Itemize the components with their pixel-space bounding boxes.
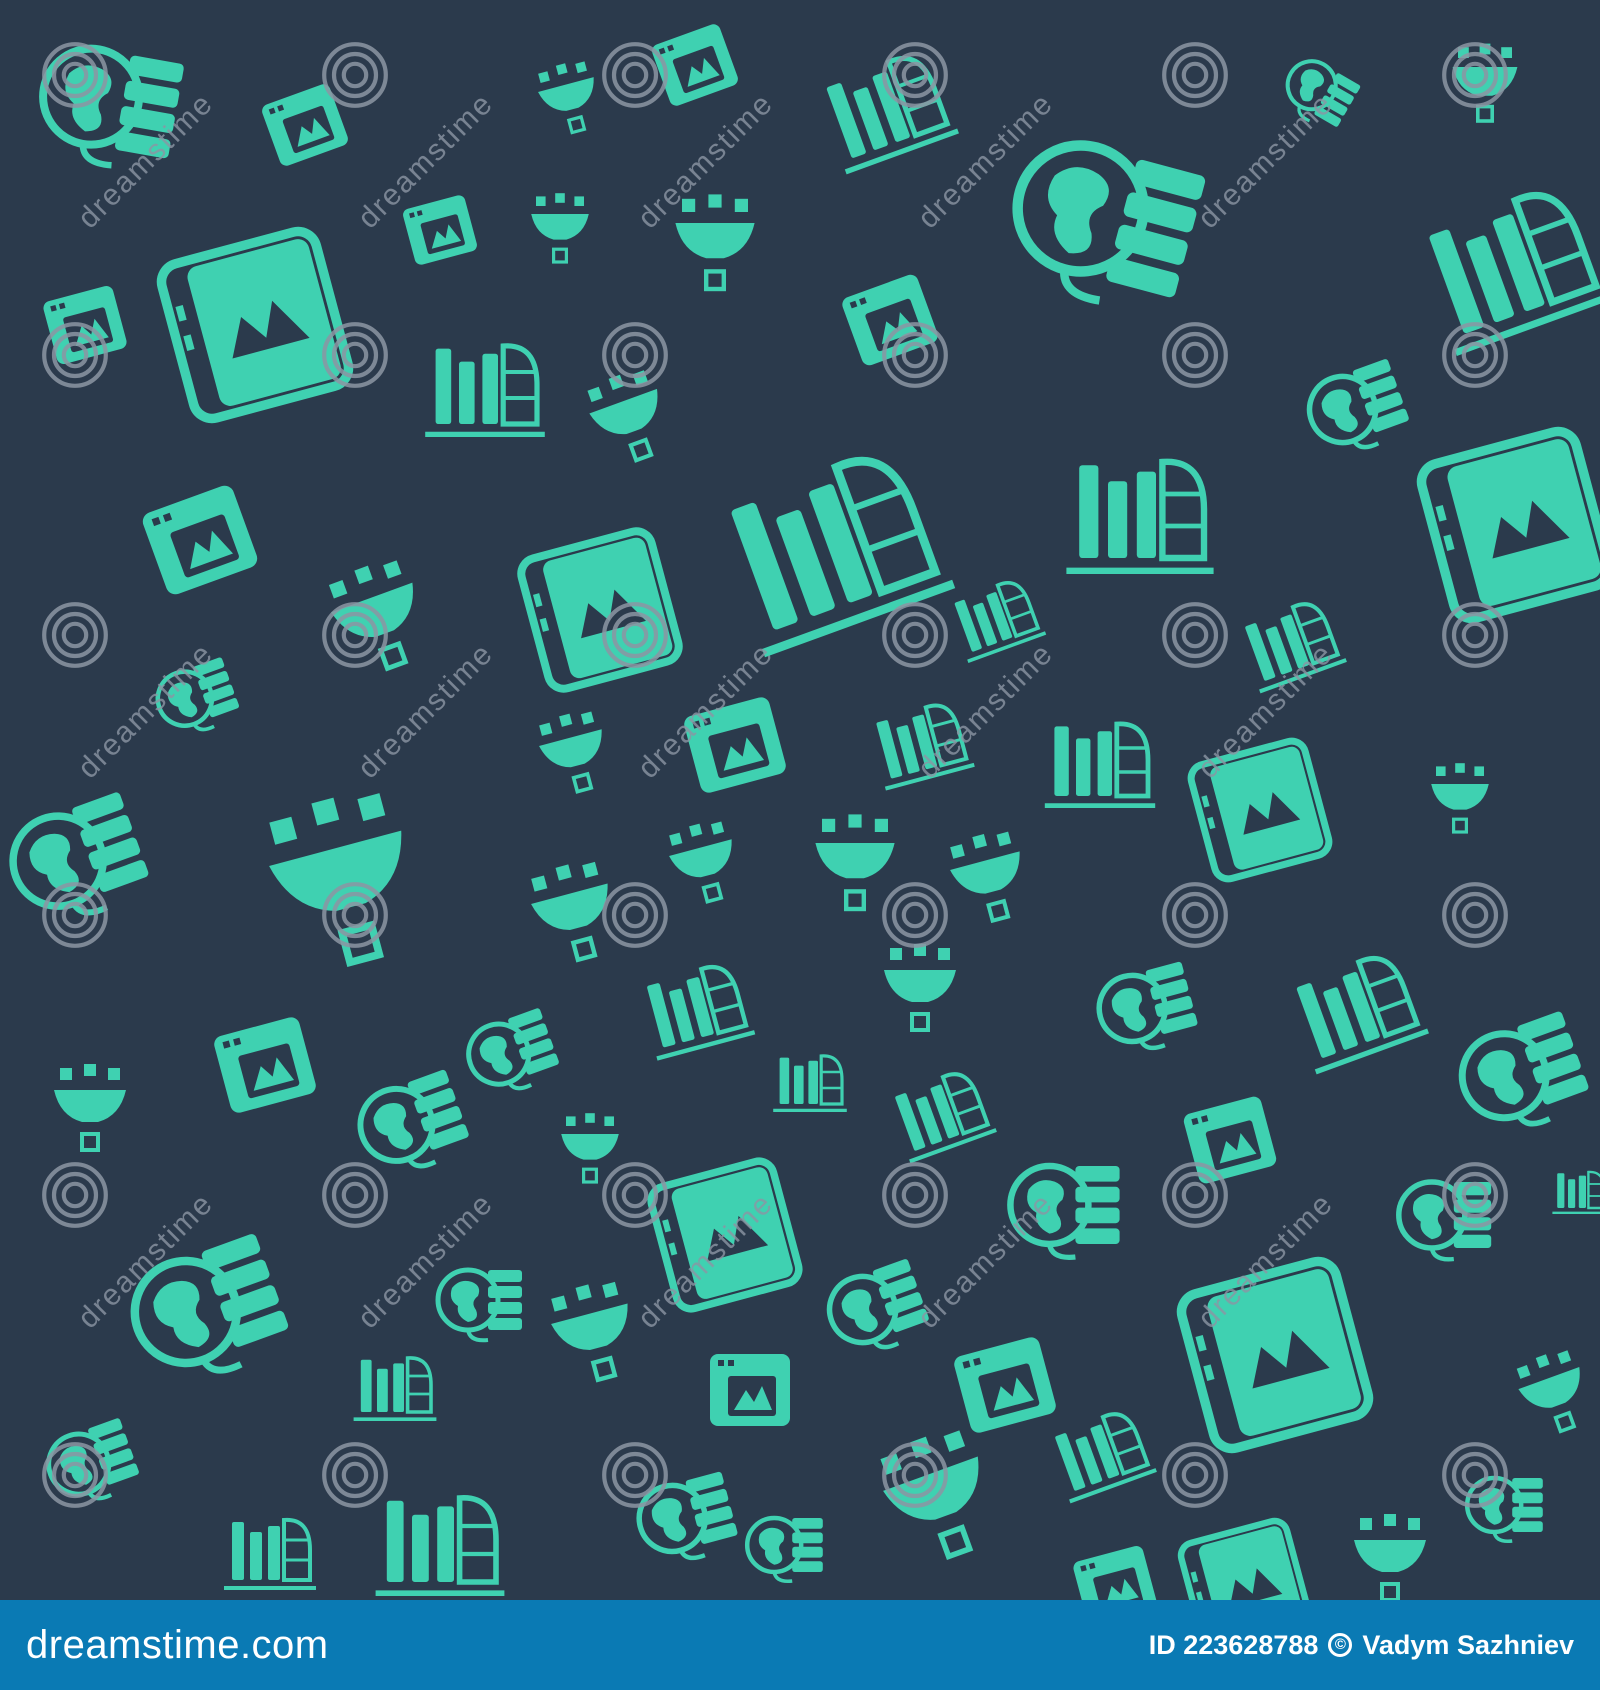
- funnel-icon: [675, 194, 754, 289]
- globe-server-icon: [747, 1518, 823, 1581]
- dreamstime-spiral-icon: [1164, 324, 1226, 386]
- funnel-icon: [578, 362, 680, 472]
- funnel-icon: [559, 1111, 621, 1184]
- dreamstime-spiral-icon: [604, 1444, 666, 1506]
- bar-chart-icon: [1045, 724, 1155, 806]
- dreamstime-spiral-icon: [604, 1164, 666, 1226]
- book-picture-icon: [157, 227, 352, 422]
- dreamstime-spiral-icon: [884, 604, 946, 666]
- dreamstime-spiral-icon: [1164, 1164, 1226, 1226]
- funnel-icon: [1508, 1343, 1600, 1442]
- brand-text: dreamstime.com: [26, 1622, 329, 1667]
- bar-chart-icon: [1414, 181, 1600, 353]
- dreamstime-spiral-icon: [324, 1444, 386, 1506]
- book-picture-icon: [1178, 1518, 1312, 1600]
- funnel-icon: [882, 942, 958, 1032]
- globe-server-icon: [1300, 358, 1413, 462]
- bar-chart-icon: [1551, 1170, 1600, 1215]
- window-picture-icon: [710, 1354, 790, 1426]
- dreamstime-spiral-icon: [1164, 1444, 1226, 1506]
- watermark-text: dreamstime: [352, 1187, 500, 1335]
- seamless-pattern: dreamstime dreamstime dreamstime dreamstime…: [0, 0, 1600, 1600]
- globe-server-icon: [0, 791, 154, 933]
- dreamstime-spiral-icon: [324, 604, 386, 666]
- dreamstime-spiral-icon: [44, 1164, 106, 1226]
- image-id: ID 223628788: [1148, 1629, 1319, 1660]
- globe-server-icon: [998, 131, 1207, 319]
- dreamstime-spiral-icon: [884, 44, 946, 106]
- dreamstime-spiral-icon: [884, 324, 946, 386]
- copyright-icon: ©: [1328, 1633, 1353, 1657]
- stock-image: dreamstime dreamstime dreamstime dreamstime…: [0, 0, 1600, 1690]
- book-picture-icon: [518, 528, 683, 693]
- bar-chart-icon: [771, 1054, 849, 1113]
- dreamstime-spiral-icon: [324, 324, 386, 386]
- window-picture-icon: [1182, 1094, 1278, 1186]
- bar-chart-icon: [712, 443, 953, 653]
- dreamstime-spiral-icon: [884, 1164, 946, 1226]
- funnel-icon: [661, 814, 748, 910]
- globe-server-icon: [438, 1270, 522, 1340]
- bar-chart-icon: [376, 1498, 505, 1593]
- globe-server-icon: [632, 1471, 741, 1570]
- dreamstime-spiral-icon: [1444, 884, 1506, 946]
- dreamstime-spiral-icon: [324, 1164, 386, 1226]
- bar-chart-icon: [638, 960, 755, 1059]
- funnel-icon: [544, 1276, 645, 1388]
- bar-chart-icon: [1044, 1403, 1159, 1504]
- book-picture-icon: [1417, 427, 1600, 622]
- dreamstime-spiral-icon: [1444, 1444, 1506, 1506]
- window-picture-icon: [140, 482, 260, 598]
- window-picture-icon: [260, 82, 350, 168]
- funnel-icon: [256, 783, 430, 976]
- dreamstime-spiral-icon: [44, 604, 106, 666]
- dreamstime-spiral-icon: [604, 884, 666, 946]
- globe-server-icon: [460, 1007, 563, 1102]
- window-picture-icon: [1071, 1544, 1159, 1600]
- bar-chart-icon: [1066, 462, 1213, 571]
- book-picture-icon: [1177, 1257, 1372, 1452]
- globe-server-icon: [1450, 1010, 1594, 1143]
- funnel-icon: [524, 856, 625, 968]
- window-picture-icon: [212, 1015, 318, 1115]
- watermark-text: dreamstime: [632, 87, 780, 235]
- funnel-icon: [1352, 1512, 1428, 1600]
- funnel-icon: [1429, 761, 1491, 834]
- credit-line: ID 223628788 © Vadym Sazhniev: [1149, 1630, 1574, 1661]
- dreamstime-spiral-icon: [1444, 324, 1506, 386]
- funnel-icon: [531, 55, 608, 140]
- funnel-icon: [52, 1062, 128, 1152]
- watermark-text: dreamstime: [912, 1187, 1060, 1335]
- bar-chart-icon: [425, 346, 545, 435]
- dreamstime-spiral-icon: [1164, 604, 1226, 666]
- dreamstime-spiral-icon: [324, 884, 386, 946]
- window-picture-icon: [401, 193, 479, 267]
- funnel-icon: [531, 704, 618, 800]
- funnel-icon: [941, 824, 1038, 930]
- globe-server-icon: [1092, 961, 1201, 1060]
- dreamstime-spiral-icon: [1164, 884, 1226, 946]
- dreamstime-spiral-icon: [44, 884, 106, 946]
- dreamstime-spiral-icon: [604, 44, 666, 106]
- dreamstime-spiral-icon: [1444, 604, 1506, 666]
- bar-chart-icon: [1285, 948, 1428, 1072]
- dreamstime-spiral-icon: [604, 324, 666, 386]
- funnel-icon: [529, 191, 591, 264]
- window-picture-icon: [952, 1335, 1058, 1435]
- funnel-icon: [815, 814, 894, 909]
- watermark-text: dreamstime: [1192, 87, 1340, 235]
- bar-chart-icon: [884, 1063, 999, 1164]
- pattern-canvas: dreamstime dreamstime dreamstime dreamstime…: [0, 22, 1600, 1600]
- dreamstime-spiral-icon: [324, 44, 386, 106]
- bar-chart-icon: [351, 1356, 439, 1421]
- icon-layer: [0, 22, 1600, 1600]
- bar-chart-icon: [222, 1517, 318, 1590]
- dreamstime-spiral-icon: [1164, 44, 1226, 106]
- author-name: Vadym Sazhniev: [1362, 1629, 1574, 1660]
- footer-bar: dreamstime.com ID 223628788 © Vadym Sazh…: [0, 1600, 1600, 1690]
- dreamstime-spiral-icon: [884, 1444, 946, 1506]
- dreamstime-spiral-icon: [884, 884, 946, 946]
